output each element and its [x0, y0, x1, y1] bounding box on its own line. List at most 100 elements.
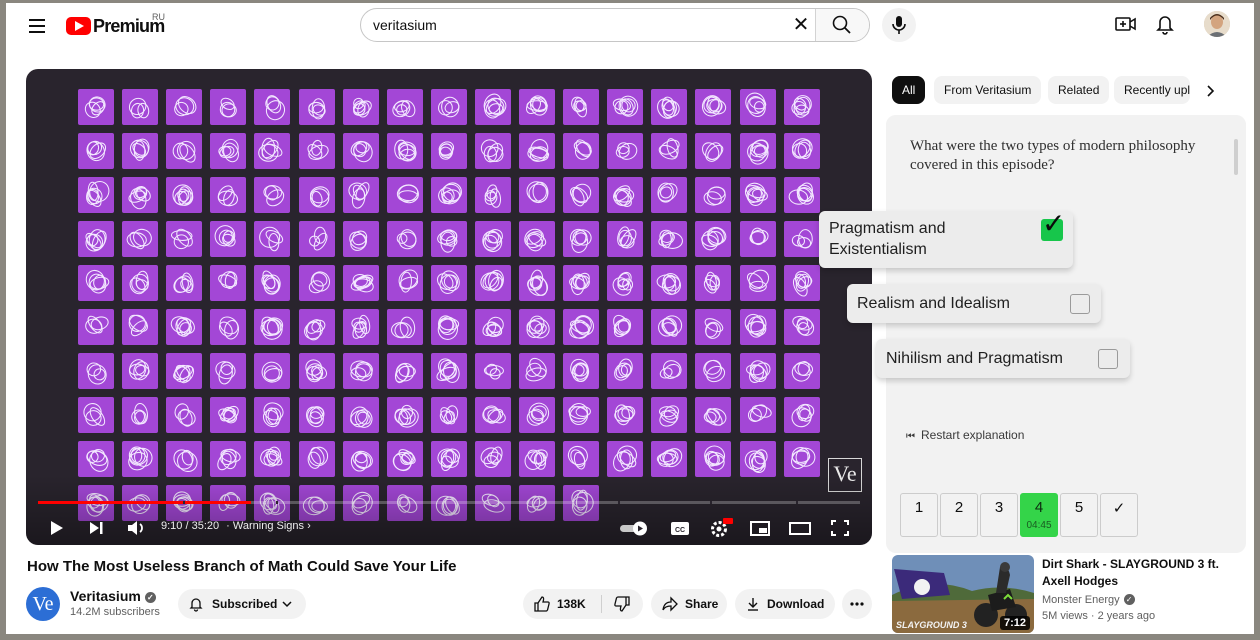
captions-button[interactable]: CC [666, 514, 694, 542]
channel-name[interactable]: Veritasium ✓ [70, 588, 156, 604]
restart-explanation-button[interactable]: ⏮ Restart explanation [906, 428, 1024, 442]
knot-tile [166, 177, 203, 213]
progress-bar[interactable] [38, 501, 860, 504]
knot-tile [739, 89, 776, 125]
search-input[interactable] [373, 15, 773, 35]
time-display: 9:10 / 35:20 · Warning Signs › [161, 520, 311, 532]
quiz-answer-2[interactable]: Realism and Idealism [847, 284, 1101, 323]
search-button[interactable] [815, 9, 869, 41]
knot-tile [254, 177, 291, 213]
knot-tile [739, 221, 776, 257]
knot-tile [739, 177, 776, 213]
chip-related[interactable]: Related [1048, 76, 1110, 104]
recommendation-channel[interactable]: Monster Energy ✓ [1042, 594, 1135, 606]
knot-tile [607, 309, 644, 345]
quiz-step-4-current[interactable]: 4 04:45 [1020, 493, 1058, 537]
quiz-step-5[interactable]: 5 [1060, 493, 1098, 537]
next-button[interactable] [82, 514, 110, 542]
chapter-title[interactable]: · Warning Signs › [226, 520, 311, 532]
quiz-step-done[interactable]: ✓ [1100, 493, 1138, 537]
user-avatar[interactable] [1204, 11, 1230, 37]
knot-tile [210, 221, 247, 257]
thumbnail-title-text: SLAYGROUND 3 [896, 620, 967, 630]
quiz-step-3[interactable]: 3 [980, 493, 1018, 537]
knot-tile [519, 265, 555, 301]
thumbs-down-icon [614, 596, 630, 612]
dislike-button[interactable] [603, 589, 643, 619]
knot-tile [342, 177, 379, 213]
knot-tile [430, 177, 467, 213]
like-dislike-group: 138K [523, 589, 643, 619]
knot-tile [122, 133, 159, 169]
knot-tile [695, 221, 732, 257]
knot-tile [298, 221, 335, 257]
youtube-play-icon [66, 17, 91, 35]
chip-recently-uploaded[interactable]: Recently uploaded [1114, 76, 1190, 104]
create-video-icon[interactable] [1112, 11, 1138, 37]
knot-tile [122, 441, 159, 477]
knot-tile [166, 133, 203, 169]
knot-tile [254, 441, 291, 477]
clear-search-icon[interactable]: ✕ [791, 15, 811, 35]
channel-name-text: Veritasium [70, 588, 141, 604]
quiz-step-1[interactable]: 1 [900, 493, 938, 537]
knot-tile [474, 353, 511, 389]
more-actions-button[interactable] [842, 589, 872, 619]
knot-tile [386, 309, 423, 345]
subscribed-label: Subscribed [212, 597, 278, 611]
download-button[interactable]: Download [735, 589, 835, 619]
miniplayer-button[interactable] [746, 514, 774, 542]
fullscreen-button[interactable] [826, 514, 854, 542]
knot-tile [166, 309, 203, 345]
knot-tile [122, 353, 159, 389]
youtube-premium-logo[interactable]: Premium RU [66, 12, 165, 37]
subscriber-count: 14.2M subscribers [70, 606, 160, 618]
knot-tile [386, 89, 423, 125]
miniplayer-icon [750, 521, 770, 536]
play-button[interactable] [42, 514, 70, 542]
quiz-answer-3[interactable]: Nihilism and Pragmatism [876, 339, 1130, 378]
knot-tile [342, 265, 379, 301]
knot-tile [563, 309, 600, 345]
knot-tile [342, 89, 379, 125]
knot-tile [563, 177, 600, 213]
theater-mode-button[interactable] [786, 514, 814, 542]
knot-tile [563, 441, 600, 477]
quiz-scrollbar[interactable] [1234, 139, 1238, 175]
notifications-bell-icon[interactable] [1152, 11, 1178, 37]
knot-tile [78, 177, 114, 213]
quiz-step-2[interactable]: 2 [940, 493, 978, 537]
knot-tile [695, 89, 732, 125]
knot-tile [783, 221, 820, 257]
share-button[interactable]: Share [651, 589, 727, 619]
knot-tile [254, 221, 291, 257]
knot-tile [386, 353, 423, 389]
knot-tile [210, 133, 247, 169]
video-player[interactable]: Ve 9:10 / 35:20 · Warning Signs › CC [26, 69, 872, 545]
recommendation-thumbnail[interactable]: SLAYGROUND 3 7:12 [892, 555, 1034, 633]
quiz-answer-1[interactable]: Pragmatism and Existentialism ✓ [819, 210, 1073, 268]
knot-tile [122, 221, 159, 257]
settings-button[interactable] [706, 514, 734, 542]
chip-all[interactable]: All [892, 76, 926, 104]
knot-tile [298, 441, 335, 477]
knot-tile [342, 441, 379, 477]
knot-tile [519, 309, 555, 345]
voice-search-button[interactable] [882, 8, 916, 42]
verified-badge-icon: ✓ [1123, 594, 1135, 605]
chip-from-veritasium[interactable]: From Veritasium [934, 76, 1042, 104]
more-horizontal-icon [850, 602, 864, 606]
knot-tile [298, 397, 335, 433]
like-button[interactable]: 138K [523, 589, 601, 619]
channel-avatar[interactable]: Ve [26, 587, 60, 621]
chevron-right-icon[interactable] [1200, 81, 1220, 101]
volume-button[interactable] [122, 514, 150, 542]
knot-tile [739, 397, 776, 433]
step-label: 4 [1034, 499, 1044, 516]
hamburger-menu-icon[interactable] [24, 15, 50, 41]
knot-tile [739, 353, 776, 389]
recommendation-title[interactable]: Dirt Shark - SLAYGROUND 3 ft. Axell Hodg… [1042, 556, 1242, 590]
autoplay-toggle[interactable] [618, 514, 652, 542]
microphone-icon [892, 16, 906, 34]
subscribed-button[interactable]: Subscribed [178, 589, 306, 619]
